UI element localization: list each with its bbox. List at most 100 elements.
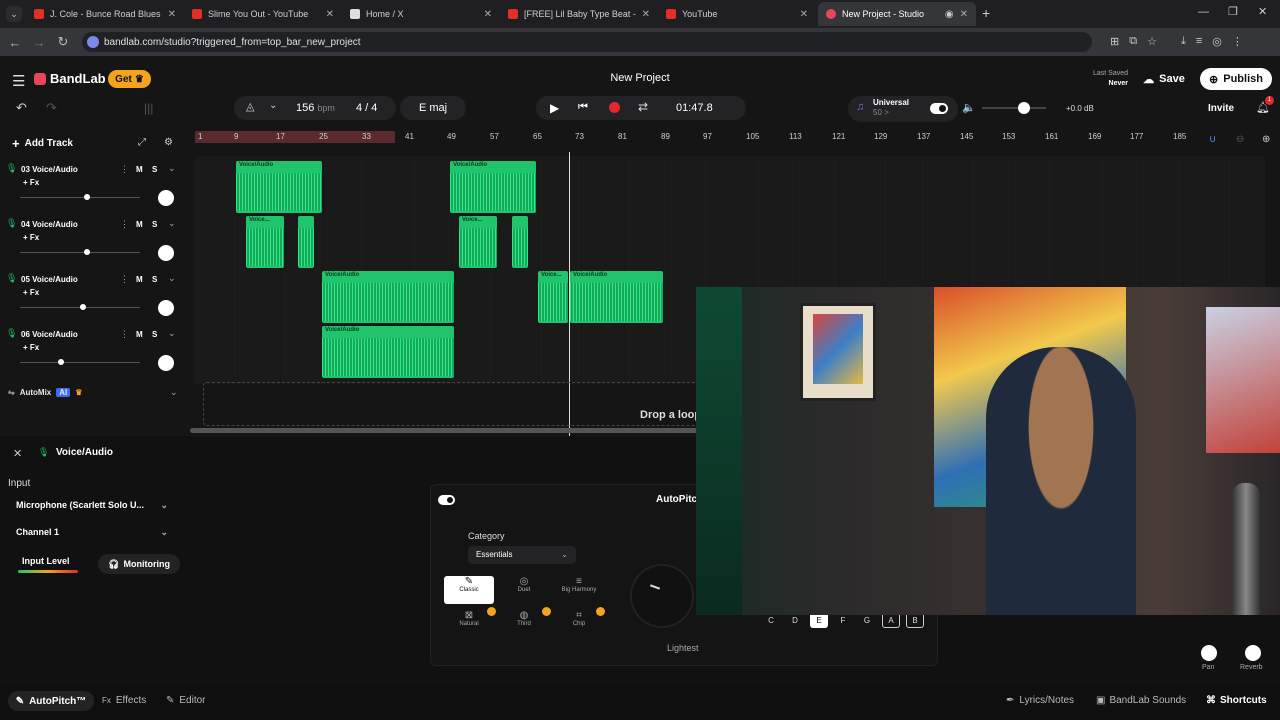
close-panel-icon[interactable]: ✕ [13, 447, 22, 460]
volume-icon[interactable]: 🔈 [962, 101, 976, 114]
pan-knob[interactable] [158, 355, 174, 371]
browser-tab[interactable]: YouTube ✕ [658, 2, 816, 26]
audio-clip[interactable] [298, 216, 314, 268]
bandlab-sounds-button[interactable]: ▣ BandLab Sounds [1096, 695, 1186, 706]
audio-clip[interactable]: Voice... [246, 216, 284, 268]
zoom-out-icon[interactable]: ⊖ [1236, 134, 1244, 145]
audio-clip[interactable]: Voice/Audio [322, 326, 454, 378]
close-tab-icon[interactable]: ✕ [642, 9, 650, 20]
track-options-icon[interactable]: ⋮ [120, 274, 129, 285]
audio-clip[interactable] [512, 216, 528, 268]
close-tab-icon[interactable]: ✕ [484, 9, 492, 20]
mute-button[interactable]: M [136, 165, 143, 174]
effect-duet[interactable]: ◎ Duet [500, 576, 548, 604]
track-options-icon[interactable]: ⋮ [120, 329, 129, 340]
mastering-icon[interactable]: ♫ [856, 101, 864, 113]
channel-select[interactable]: Channel 1 ⌄ [8, 523, 178, 543]
audio-clip[interactable]: Voice/Audio [450, 161, 536, 213]
browser-tab[interactable]: Home / X ✕ [342, 2, 500, 26]
rewind-icon[interactable]: ⏮ [578, 101, 588, 114]
url-input[interactable]: bandlab.com/studio?triggered_from=top_ba… [82, 32, 1092, 52]
editor-tab[interactable]: ✎ Editor [166, 695, 206, 706]
mute-button[interactable]: M [136, 275, 143, 284]
drop-loop-zone[interactable] [203, 382, 703, 426]
minimize-icon[interactable]: — [1198, 6, 1209, 18]
chevron-down-icon[interactable]: ⌄ [168, 163, 176, 174]
back-icon[interactable]: ← [3, 35, 27, 50]
category-select[interactable]: Essentials ⌄ [468, 546, 576, 564]
pan-knob[interactable] [158, 190, 174, 206]
chevron-down-icon[interactable]: ⌄ [168, 328, 176, 339]
key-selector[interactable]: E maj [400, 96, 466, 120]
browser-tab[interactable]: [FREE] Lil Baby Type Beat - "Ne ✕ [500, 2, 658, 26]
track-name[interactable]: 03 Voice/Audio [21, 165, 78, 174]
menu-icon[interactable]: ⋮ [1232, 35, 1243, 48]
mute-button[interactable]: M [136, 330, 143, 339]
track-header[interactable]: 🎙︎ 06 Voice/Audio ⋮ M S ⌄ + Fx [0, 325, 186, 379]
pan-knob[interactable] [158, 245, 174, 261]
download-icon[interactable]: ⤓ [1181, 35, 1186, 48]
new-tab-icon[interactable]: + [982, 5, 990, 21]
chevron-down-icon[interactable]: ⌄ [170, 387, 178, 398]
mute-button[interactable]: M [136, 220, 143, 229]
track-options-icon[interactable]: ⋮ [120, 164, 129, 175]
mastering-toggle[interactable] [930, 103, 948, 114]
forward-icon[interactable]: → [27, 35, 51, 50]
effect-third[interactable]: ◍ Third [500, 610, 548, 638]
track-volume-slider[interactable] [20, 304, 140, 310]
audio-clip[interactable]: Voice... [538, 271, 568, 323]
master-volume-slider[interactable] [982, 102, 1046, 114]
share-icon[interactable]: ⧉ [1129, 35, 1137, 48]
record-icon[interactable] [609, 102, 620, 113]
effect-classic[interactable]: ✎ Classic [444, 576, 494, 604]
add-fx-button[interactable]: + Fx [23, 288, 39, 297]
chevron-down-icon[interactable]: ⌄ [168, 273, 176, 284]
audio-clip[interactable]: Voice/Audio [570, 271, 663, 323]
maximize-icon[interactable]: ❐ [1228, 5, 1238, 18]
close-tab-icon[interactable]: ✕ [960, 9, 968, 20]
preset-selector[interactable]: Universal 50 > [873, 98, 909, 118]
microphone-select[interactable]: Microphone (Scarlett Solo U... ⌄ [8, 496, 178, 516]
solo-button[interactable]: S [152, 330, 157, 339]
bookmark-star-icon[interactable]: ☆ [1147, 35, 1157, 48]
hamburger-menu-icon[interactable]: ☰ [12, 72, 25, 90]
monitoring-button[interactable]: 🎧︎ Monitoring [98, 554, 180, 574]
chevron-down-icon[interactable]: ⌄ [269, 100, 277, 111]
invite-button[interactable]: Invite [1208, 103, 1234, 114]
bpm-field[interactable]: 156 bpm [296, 102, 335, 114]
pan-knob[interactable] [1201, 645, 1217, 661]
reading-list-icon[interactable]: ≡ [1196, 35, 1202, 48]
autopitch-toggle[interactable] [438, 495, 455, 505]
autopitch-tab[interactable]: ✎ AutoPitch™ [8, 691, 94, 711]
lyrics-notes-button[interactable]: ✒ Lyrics/Notes [1006, 695, 1074, 706]
solo-button[interactable]: S [152, 275, 157, 284]
solo-button[interactable]: S [152, 165, 157, 174]
browser-tab-active[interactable]: New Project - Studio ◉ ✕ [818, 2, 976, 26]
zoom-in-icon[interactable]: ⊕ [1262, 134, 1270, 145]
loop-icon[interactable]: ⇄ [638, 100, 648, 114]
track-volume-slider[interactable] [20, 194, 140, 200]
track-volume-slider[interactable] [20, 359, 140, 365]
horizontal-scrollbar[interactable] [190, 428, 700, 433]
track-name[interactable]: 06 Voice/Audio [21, 330, 78, 339]
site-info-icon[interactable] [87, 36, 99, 48]
track-volume-slider[interactable] [20, 249, 140, 255]
publish-button[interactable]: ⊕ Publish [1200, 68, 1272, 90]
save-button[interactable]: ☁ Save [1134, 68, 1194, 90]
track-options-icon[interactable]: ⋮ [120, 219, 129, 230]
solo-button[interactable]: S [152, 220, 157, 229]
amount-knob[interactable] [630, 564, 694, 628]
close-tab-icon[interactable]: ✕ [800, 9, 808, 20]
effect-natural[interactable]: ⊠ Natural [444, 610, 494, 638]
play-icon[interactable]: ▶ [550, 101, 559, 115]
redo-icon[interactable]: ↷ [46, 100, 57, 116]
browser-tab[interactable]: J. Cole - Bunce Road Blues [Ins ✕ [26, 2, 184, 26]
shortcuts-button[interactable]: ⌘ Shortcuts [1206, 695, 1267, 706]
magnet-icon[interactable]: ∪ [1209, 134, 1216, 145]
reload-icon[interactable]: ↻ [51, 34, 75, 50]
track-header[interactable]: 🎙︎ 05 Voice/Audio ⋮ M S ⌄ + Fx [0, 270, 186, 324]
get-button[interactable]: Get ♛ [108, 70, 151, 88]
track-name[interactable]: 05 Voice/Audio [21, 275, 78, 284]
time-signature[interactable]: 4 / 4 [356, 102, 377, 114]
audio-clip[interactable]: Voice/Audio [236, 161, 322, 213]
